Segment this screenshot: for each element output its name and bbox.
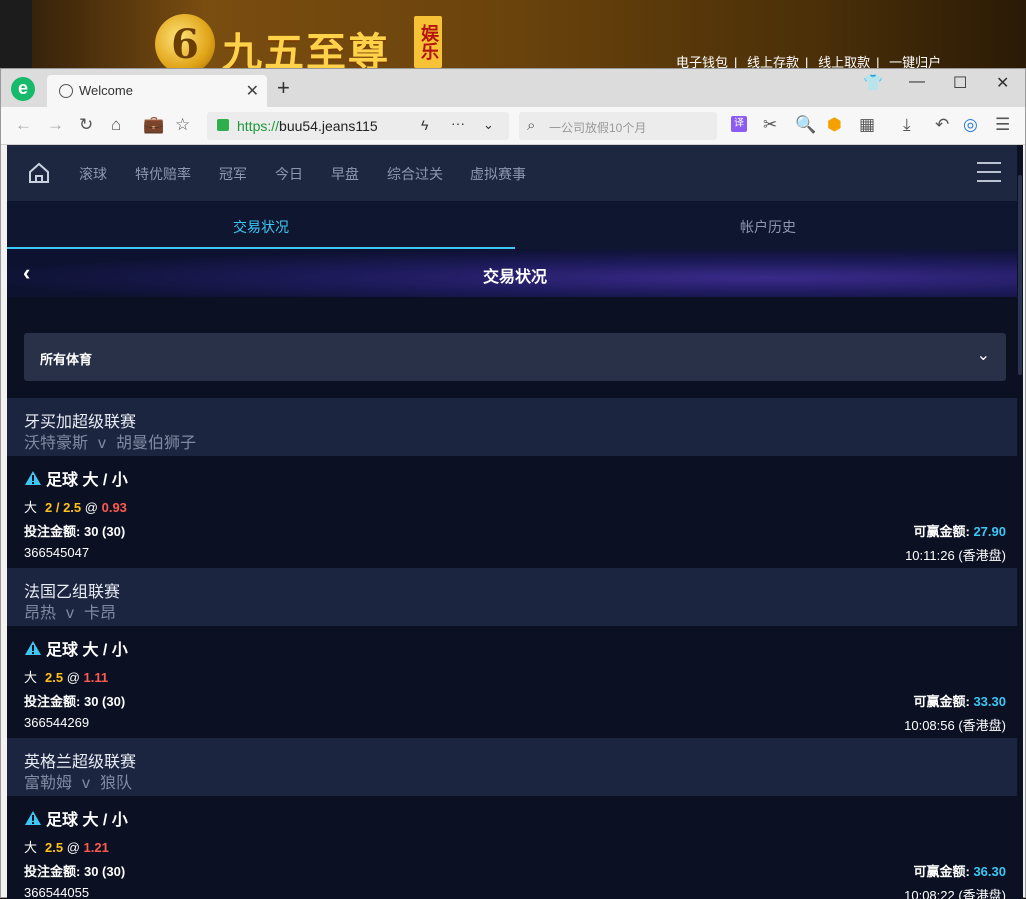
match-teams: 富勒姆 v 狼队: [24, 775, 133, 792]
bet-time: 10:08:56 (香港盘): [904, 718, 1006, 733]
brand-tag: 娱乐: [414, 16, 442, 68]
nav-item-today[interactable]: 今日: [275, 164, 303, 184]
warning-icon: [25, 471, 41, 485]
league-header: 法国乙组联赛 昂热 v 卡昂: [7, 568, 1023, 626]
bet-potential-win: 可赢金额: 33.30: [913, 694, 1006, 709]
lightning-icon[interactable]: ϟ: [421, 117, 428, 133]
nav-item-virtual[interactable]: 虚拟赛事: [470, 164, 526, 184]
sport-filter-value: 所有体育: [40, 352, 93, 367]
address-bar[interactable]: https://buu54.jeans115 ϟ ··· ⌄: [207, 112, 509, 140]
match-teams: 昂热 v 卡昂: [24, 605, 117, 622]
bet-ticket-id: 366545047: [24, 545, 90, 560]
bet-list: 牙买加超级联赛 沃特豪斯 v 胡曼伯狮子 足球 大 / 小 大2 / 2.5 @ 0…: [7, 398, 1023, 899]
browser-logo-icon[interactable]: e: [11, 77, 35, 101]
minimize-button[interactable]: —: [909, 73, 925, 91]
bet-time: 10:11:26 (香港盘): [905, 548, 1006, 563]
search-placeholder: 一公司放假10个月: [549, 121, 647, 135]
sync-icon[interactable]: ◎: [963, 115, 978, 135]
scrollbar[interactable]: [1017, 145, 1023, 899]
bet-time: 10:08:22 (香港盘): [904, 888, 1006, 899]
bet-selection: 大 2.5 @ 1.11: [24, 670, 109, 685]
match-teams: 沃特豪斯 v 胡曼伯狮子: [24, 435, 197, 452]
nav-item-parlay[interactable]: 综合过关: [387, 164, 443, 184]
bet-stake: 投注金额: 30 (30): [24, 694, 126, 709]
tab-account-history[interactable]: 帐户历史: [740, 217, 796, 237]
download-icon[interactable]: ⤓: [903, 115, 911, 135]
lock-icon: [217, 119, 229, 131]
bet-ticket-id: 366544269: [24, 715, 90, 730]
scrollbar-thumb[interactable]: [1018, 175, 1022, 375]
page-header: ‹ 交易状况: [7, 249, 1023, 297]
sub-tabs: 交易状况 帐户历史: [7, 201, 1023, 249]
undo-icon[interactable]: ↶: [935, 115, 949, 135]
banner-edge: [0, 0, 32, 70]
league-header: 英格兰超级联赛 富勒姆 v 狼队: [7, 738, 1023, 796]
magnifier-icon[interactable]: 🔍: [795, 115, 816, 135]
tab-title: Welcome: [79, 83, 133, 98]
page-title: 交易状况: [482, 269, 547, 286]
bet-selection: 大2 / 2.5 @ 0.93: [24, 500, 127, 515]
globe-icon: [59, 84, 73, 98]
forward-arrow-icon[interactable]: →: [47, 115, 64, 135]
tab-bar: e Welcome ✕ + 👕 — ☐ ✕: [1, 69, 1025, 107]
sport-filter-dropdown[interactable]: 所有体育 ⌄: [24, 333, 1006, 381]
menu-icon[interactable]: ☰: [995, 115, 1010, 135]
league-header: 牙买加超级联赛 沃特豪斯 v 胡曼伯狮子: [7, 398, 1023, 456]
bet-potential-win: 可赢金额: 36.30: [913, 864, 1006, 879]
close-window-button[interactable]: ✕: [996, 73, 1009, 93]
bet-market: 足球 大 / 小: [24, 466, 128, 490]
search-icon: ⌕: [527, 117, 536, 134]
site-content: 滚球 特优赔率 冠军 今日 早盘 综合过关 虚拟赛事 交易状况 帐户历史 ‹ 交…: [7, 145, 1023, 899]
apps-grid-icon[interactable]: ▦: [859, 115, 875, 135]
brand-logo: 6: [155, 14, 215, 70]
background-banner: 6 九五至尊 娱乐 电子钱包 | 线上存款 | 线上取款 | 一键归户: [0, 0, 1026, 70]
new-tab-button[interactable]: +: [277, 75, 290, 101]
tab-welcome[interactable]: Welcome ✕: [47, 75, 267, 107]
bet-item: 足球 大 / 小 大 2.5 @ 1.21 投注金额: 30 (30) 可赢金额:…: [7, 796, 1023, 899]
tab-bet-status[interactable]: 交易状况: [233, 217, 289, 237]
bet-stake: 投注金额: 30 (30): [24, 864, 126, 879]
reload-icon[interactable]: ↻: [79, 115, 93, 135]
favorites-icon[interactable]: ☆: [175, 115, 190, 135]
chevron-down-icon[interactable]: ⌄: [483, 117, 494, 133]
bet-item: 足球 大 / 小 大 2.5 @ 1.11 投注金额: 30 (30) 可赢金额:…: [7, 626, 1023, 738]
bet-stake: 投注金额: 30 (30): [24, 524, 126, 539]
nav-item-best-odds[interactable]: 特优赔率: [135, 164, 191, 184]
bet-item: 足球 大 / 小 大2 / 2.5 @ 0.93 投注金额: 30 (30) 可…: [7, 456, 1023, 568]
top-nav: 滚球 特优赔率 冠军 今日 早盘 综合过关 虚拟赛事: [7, 145, 1023, 201]
shield-icon[interactable]: ⬢: [827, 115, 842, 135]
browser-window: e Welcome ✕ + 👕 — ☐ ✕ ← → ↻ ⌂ 💼 ☆ https:…: [0, 68, 1026, 899]
home-browser-icon[interactable]: ⌂: [111, 115, 121, 135]
nav-item-early[interactable]: 早盘: [331, 164, 359, 184]
translate-icon[interactable]: 译: [731, 116, 747, 132]
briefcase-icon[interactable]: 💼: [143, 115, 164, 135]
search-bar[interactable]: ⌕ 一公司放假10个月: [519, 112, 717, 140]
back-arrow-icon[interactable]: ←: [15, 115, 32, 135]
skin-icon[interactable]: 👕: [863, 73, 883, 93]
maximize-button[interactable]: ☐: [953, 73, 967, 93]
url-text[interactable]: https://buu54.jeans115: [237, 118, 415, 134]
browser-toolbar: ← → ↻ ⌂ 💼 ☆ https://buu54.jeans115 ϟ ···…: [1, 107, 1025, 145]
hamburger-menu-icon[interactable]: [977, 162, 1001, 182]
bet-market: 足球 大 / 小: [24, 806, 128, 830]
chevron-down-icon: ⌄: [976, 347, 990, 364]
bet-market: 足球 大 / 小: [24, 636, 128, 660]
close-tab-icon[interactable]: ✕: [246, 81, 259, 101]
more-dots-icon[interactable]: ···: [451, 115, 465, 131]
brand-title: 九五至尊: [222, 29, 390, 70]
warning-icon: [25, 641, 41, 655]
home-icon[interactable]: [27, 161, 51, 185]
bet-ticket-id: 366544055: [24, 885, 90, 899]
warning-icon: [25, 811, 41, 825]
bet-potential-win: 可赢金额: 27.90: [913, 524, 1006, 539]
scissors-icon[interactable]: ✂: [763, 115, 777, 135]
nav-item-outright[interactable]: 冠军: [219, 164, 247, 184]
nav-item-live[interactable]: 滚球: [79, 164, 107, 184]
bet-selection: 大 2.5 @ 1.21: [24, 840, 109, 855]
